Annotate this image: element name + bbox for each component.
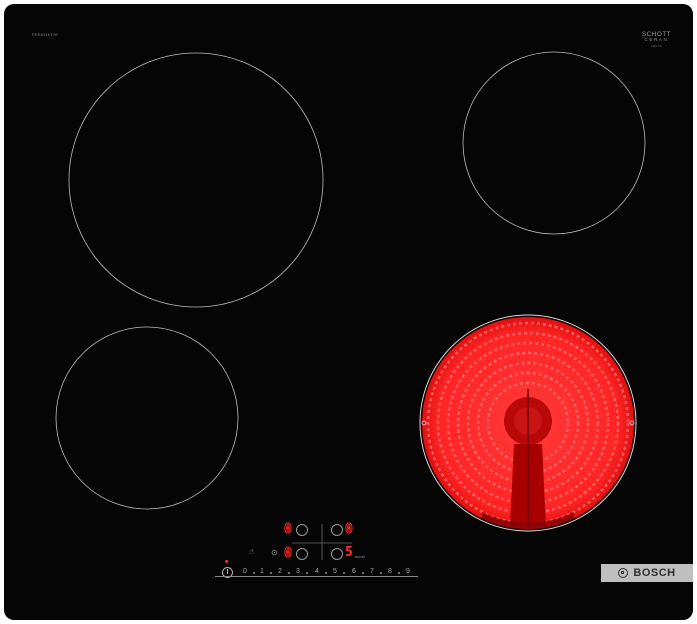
display-front-right: 5 xyxy=(345,545,353,560)
power-level-3[interactable]: 3 xyxy=(296,568,300,575)
scale-dot xyxy=(343,572,345,574)
zone-select-front-right-button[interactable] xyxy=(331,548,343,560)
power-level-8[interactable]: 8 xyxy=(388,568,392,575)
power-indicator-dot xyxy=(225,560,228,563)
display-rear-right: 0 xyxy=(345,522,354,537)
scale-dot xyxy=(288,572,290,574)
childlock-icon[interactable]: ☝ xyxy=(249,547,254,556)
power-level-2[interactable]: 2 xyxy=(278,568,282,575)
timer-icon[interactable]: ⊙ xyxy=(271,548,278,557)
power-level-1[interactable]: 1 xyxy=(260,568,264,575)
scale-dot xyxy=(398,572,400,574)
power-level-6[interactable]: 6 xyxy=(352,568,356,575)
brand-name: BOSCH xyxy=(633,567,676,579)
zone-select-rear-right-button[interactable] xyxy=(331,524,343,536)
scale-dot xyxy=(306,572,308,574)
cooktop-panel: PKE611K17E SCHOTT CERAN CERAN 0 0 ☝ ⊙ 0 … xyxy=(4,4,693,620)
scale-dot xyxy=(380,572,382,574)
power-level-9[interactable]: 9 xyxy=(406,568,410,575)
bosch-logo: BOSCH xyxy=(601,564,693,582)
power-level-4[interactable]: 4 xyxy=(315,568,319,575)
power-level-0[interactable]: 0 xyxy=(243,568,247,575)
scale-dot xyxy=(362,572,364,574)
scale-dot xyxy=(270,572,272,574)
display-rear-left: 0 xyxy=(284,522,293,537)
scale-dot xyxy=(253,572,255,574)
boost-label: BOOST xyxy=(355,555,366,559)
bosch-armature-icon xyxy=(618,568,629,578)
display-front-left: 0 xyxy=(284,546,293,561)
scale-dot xyxy=(325,572,327,574)
zone-select-rear-left-button[interactable] xyxy=(296,524,308,536)
power-level-7[interactable]: 7 xyxy=(370,568,374,575)
power-scale-line xyxy=(215,576,418,577)
control-panel: 0 0 ☝ ⊙ 0 5 BOOST 0 1 2 3 4 5 6 7 8 9 xyxy=(4,4,693,620)
zone-select-front-left-button[interactable] xyxy=(296,548,308,560)
power-level-5[interactable]: 5 xyxy=(333,568,337,575)
